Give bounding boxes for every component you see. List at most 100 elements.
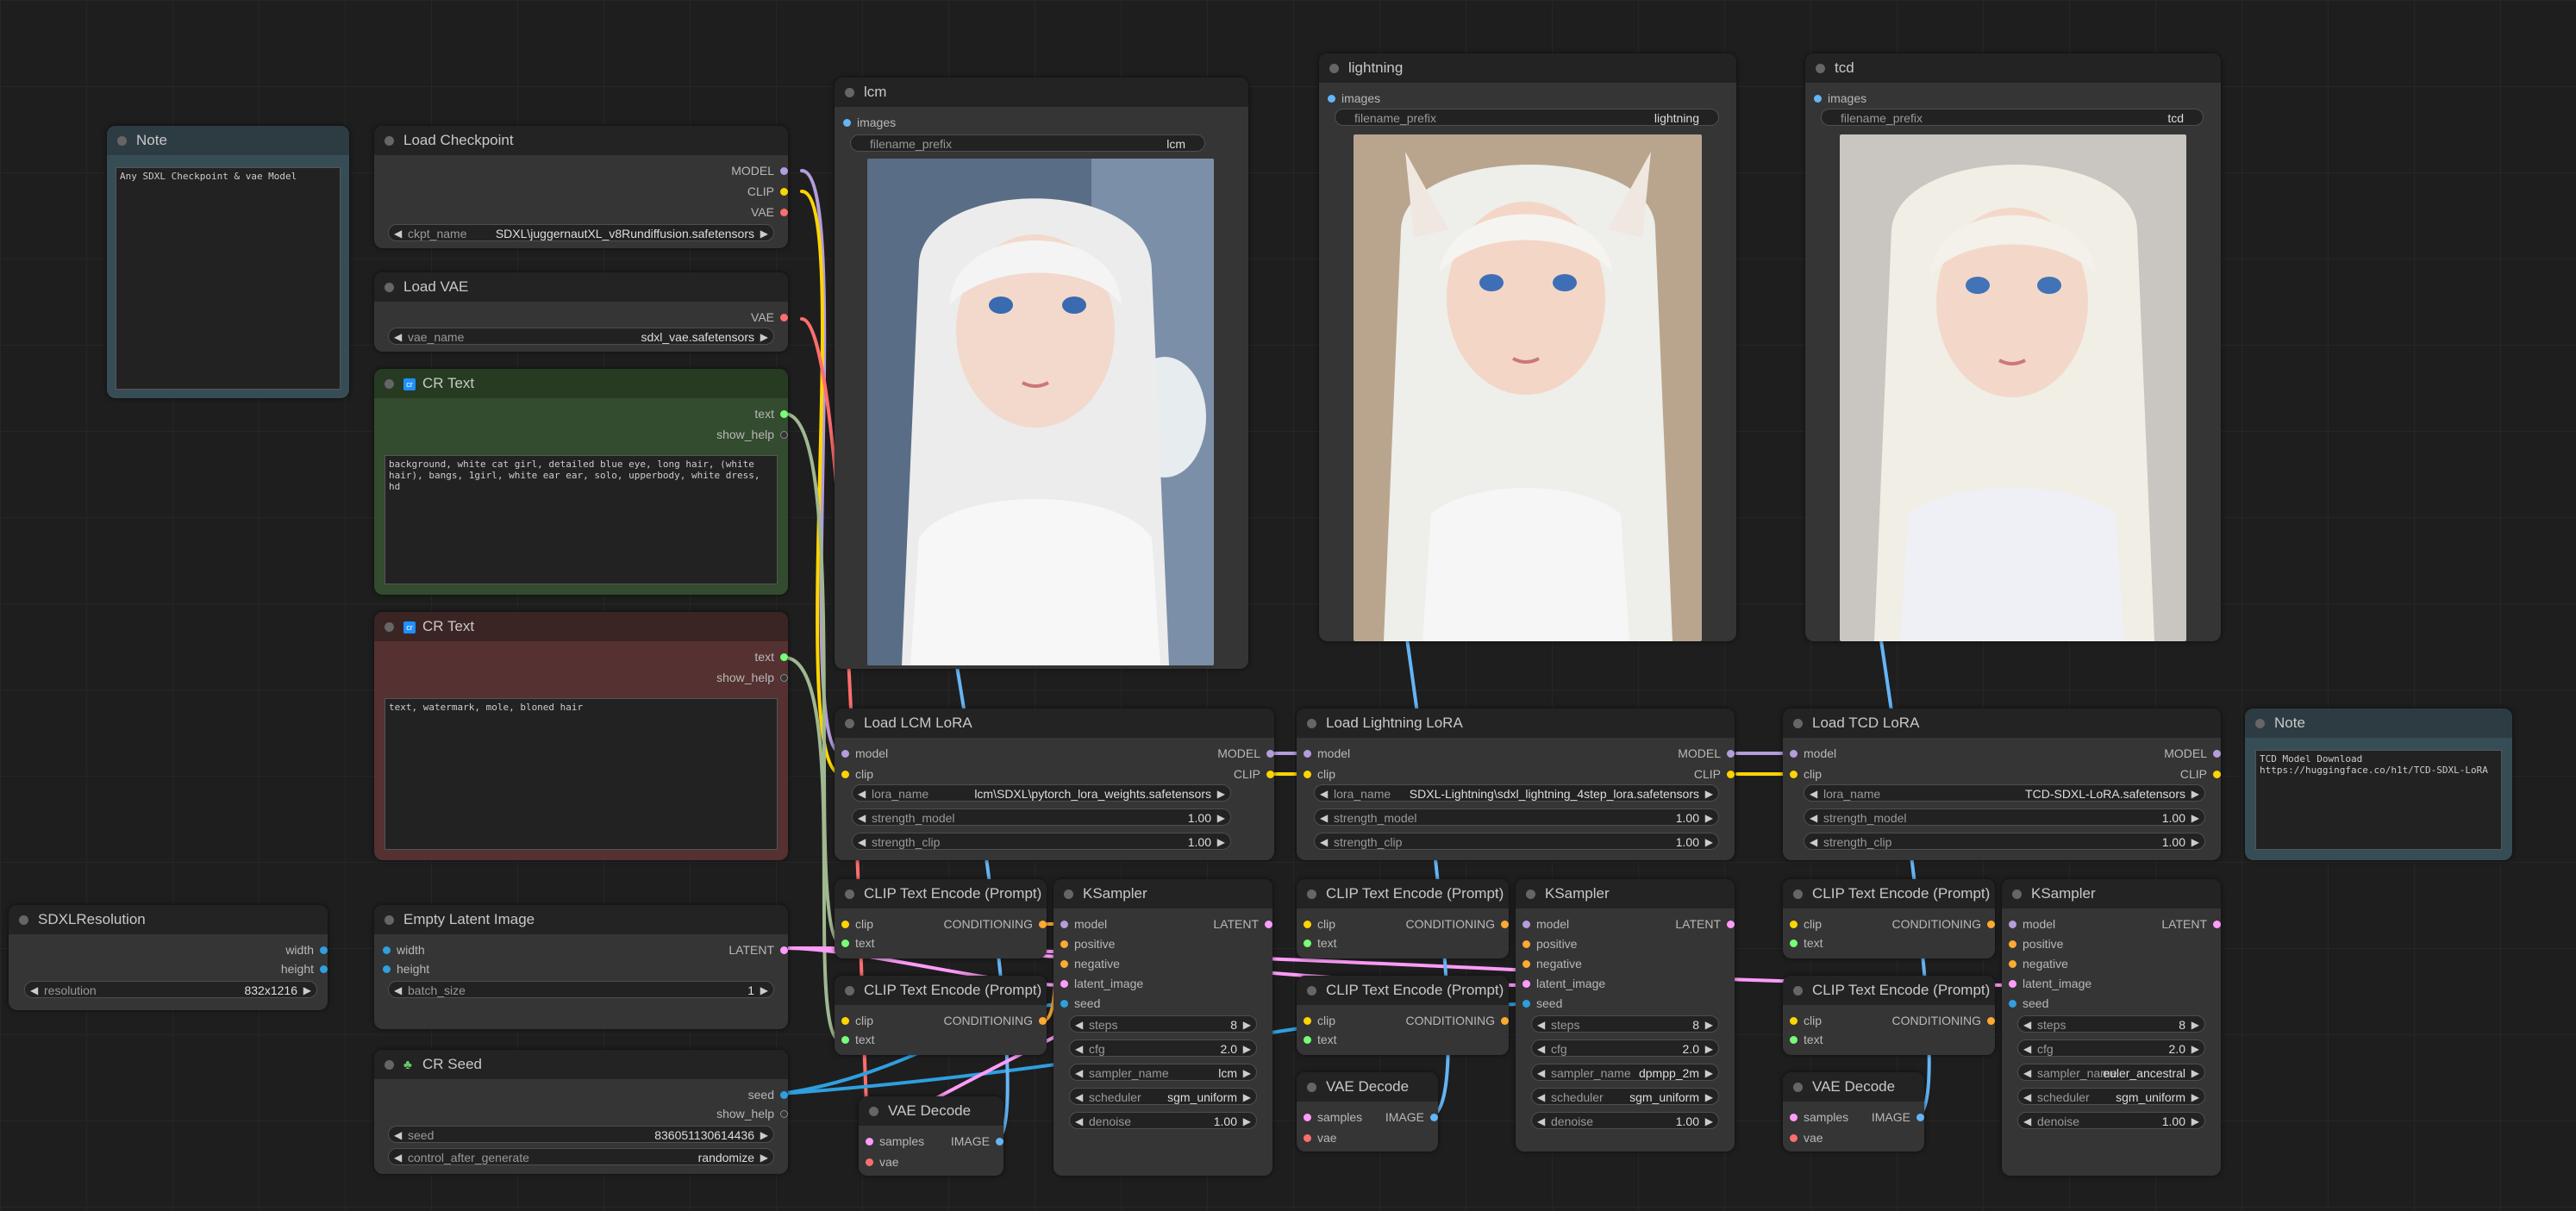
denoise-number[interactable]: ◀ denoise 1.00 ▶ — [1531, 1112, 1719, 1129]
node-header[interactable]: Empty Latent Image — [374, 905, 788, 934]
text-input[interactable]: text — [1304, 1033, 1337, 1046]
clip-input[interactable]: clip — [841, 917, 873, 931]
negative-input[interactable]: negative — [2009, 957, 2068, 971]
model-input[interactable]: model — [841, 746, 888, 760]
steps-number[interactable]: ◀ steps 8 ▶ — [2017, 1015, 2205, 1033]
vae-output[interactable]: VAE — [751, 310, 788, 324]
cfg-number[interactable]: ◀ cfg 2.0 ▶ — [2017, 1039, 2205, 1057]
clip-text-encode-negative-tcd[interactable]: CLIP Text Encode (Prompt) clip text COND… — [1783, 976, 1995, 1055]
ksampler-tcd[interactable]: KSampler model positive negative latent_… — [2002, 879, 2221, 1176]
strength-clip-number[interactable]: ◀ strength_clip 1.00 ▶ — [852, 833, 1231, 850]
conditioning-output[interactable]: CONDITIONING — [1892, 917, 1995, 931]
clip-input[interactable]: clip — [1790, 917, 1822, 931]
save-image-tcd-node[interactable]: tcd images filename_prefix tcd — [1805, 53, 2221, 641]
resolution-combo[interactable]: ◀ resolution 832x1216 ▶ — [24, 981, 317, 998]
seed-number[interactable]: ◀ seed 836051130614436 ▶ — [388, 1126, 774, 1143]
model-output[interactable]: MODEL — [731, 164, 788, 178]
ckpt-name-combo[interactable]: ◀ ckpt_name SDXL\juggernautXL_v8Rundiffusi… — [388, 224, 774, 241]
cfg-number[interactable]: ◀ cfg 2.0 ▶ — [1531, 1039, 1719, 1057]
node-header[interactable]: Load LCM LoRA — [835, 708, 1274, 738]
image-output[interactable]: IMAGE — [1872, 1110, 1924, 1124]
conditioning-output[interactable]: CONDITIONING — [1892, 1014, 1995, 1027]
node-header[interactable]: VAE Decode — [1297, 1072, 1438, 1102]
clip-text-encode-positive-lcm[interactable]: CLIP Text Encode (Prompt) clip text COND… — [835, 879, 1047, 958]
load-checkpoint-node[interactable]: Load Checkpoint MODEL CLIP VAE ◀ ckpt_nam… — [374, 126, 788, 248]
vae-input[interactable]: vae — [866, 1155, 899, 1169]
latent-output[interactable]: LATENT — [1675, 917, 1735, 931]
clip-text-encode-negative-lightning[interactable]: CLIP Text Encode (Prompt) clip text COND… — [1297, 976, 1509, 1055]
node-header[interactable]: KSampler — [1054, 879, 1272, 908]
node-header[interactable]: Note — [2245, 708, 2512, 738]
clip-text-encode-negative-lcm[interactable]: CLIP Text Encode (Prompt) clip text COND… — [835, 976, 1047, 1055]
clip-input[interactable]: clip — [1790, 767, 1822, 781]
latent-image-input[interactable]: latent_image — [1522, 977, 1605, 990]
width-input[interactable]: width — [383, 943, 425, 957]
empty-latent-node[interactable]: Empty Latent Image width height LATENT ◀… — [374, 905, 788, 1029]
sampler-name-combo[interactable]: ◀ sampler_name dpmpp_2m ▶ — [1531, 1064, 1719, 1081]
seed-output[interactable]: seed — [748, 1088, 788, 1102]
seed-input[interactable]: seed — [1522, 996, 1562, 1010]
positive-prompt-textarea[interactable]: background, white cat girl, detailed blu… — [385, 455, 778, 584]
lora-name-combo[interactable]: ◀ lora_name SDXL-Lightning\sdxl_lightning_… — [1314, 784, 1719, 802]
model-input[interactable]: model — [2009, 917, 2055, 931]
clip-text-encode-positive-tcd[interactable]: CLIP Text Encode (Prompt) clip text COND… — [1783, 879, 1995, 958]
load-lightning-lora-node[interactable]: Load Lightning LoRA model clip MODEL CLI… — [1297, 708, 1735, 860]
text-input[interactable]: text — [1790, 1033, 1823, 1046]
vae-decode-lcm[interactable]: VAE Decode samples vae IMAGE — [859, 1096, 1004, 1176]
node-header[interactable]: Load TCD LoRA — [1783, 708, 2221, 738]
load-vae-node[interactable]: Load VAE VAE ◀ vae_name sdxl_vae.safetenso… — [374, 272, 788, 352]
node-header[interactable]: SDXLResolution — [9, 905, 328, 934]
node-header[interactable]: cr CR Text — [374, 612, 788, 641]
conditioning-output[interactable]: CONDITIONING — [944, 1014, 1047, 1027]
model-output[interactable]: MODEL — [1217, 746, 1274, 760]
images-input[interactable]: images — [1328, 91, 1380, 105]
positive-input[interactable]: positive — [1060, 937, 1115, 951]
negative-prompt-textarea[interactable]: text, watermark, mole, bloned hair — [385, 698, 778, 850]
positive-input[interactable]: positive — [1522, 937, 1577, 951]
negative-input[interactable]: negative — [1060, 957, 1120, 971]
width-output[interactable]: width — [285, 943, 328, 957]
node-header[interactable]: lcm — [835, 78, 1248, 107]
batch-size-number[interactable]: ◀ batch_size 1 ▶ — [388, 981, 774, 998]
conditioning-output[interactable]: CONDITIONING — [1406, 917, 1509, 931]
node-header[interactable]: KSampler — [2002, 879, 2221, 908]
conditioning-output[interactable]: CONDITIONING — [1406, 1014, 1509, 1027]
clip-output[interactable]: CLIP — [1234, 767, 1274, 781]
filename-prefix-text[interactable]: filename_prefix lightning — [1335, 109, 1719, 126]
node-header[interactable]: Load Checkpoint — [374, 126, 788, 155]
seed-input[interactable]: seed — [2009, 996, 2048, 1010]
text-input[interactable]: text — [1790, 936, 1823, 950]
note-node[interactable]: Note TCD Model Download https://huggingf… — [2245, 708, 2512, 860]
node-header[interactable]: Note — [107, 126, 349, 155]
strength-model-number[interactable]: ◀ strength_model 1.00 ▶ — [1314, 808, 1719, 826]
latent-output[interactable]: LATENT — [1213, 917, 1272, 931]
conditioning-output[interactable]: CONDITIONING — [944, 917, 1047, 931]
output-image-lcm[interactable] — [867, 159, 1214, 665]
save-image-lightning-node[interactable]: lightning images filename_prefix lightnin… — [1319, 53, 1736, 641]
lora-name-combo[interactable]: ◀ lora_name TCD-SDXL-LoRA.safetensors ▶ — [1804, 784, 2205, 802]
node-header[interactable]: VAE Decode — [1783, 1072, 1924, 1102]
denoise-number[interactable]: ◀ denoise 1.00 ▶ — [1069, 1112, 1257, 1129]
text-input[interactable]: text — [841, 1033, 875, 1046]
show-help-output[interactable]: show_help — [716, 671, 788, 684]
clip-output[interactable]: CLIP — [1694, 767, 1735, 781]
node-header[interactable]: VAE Decode — [859, 1096, 1004, 1126]
model-input[interactable]: model — [1790, 746, 1836, 760]
node-header[interactable]: CLIP Text Encode (Prompt) — [835, 879, 1047, 908]
model-output[interactable]: MODEL — [1678, 746, 1735, 760]
load-lcm-lora-node[interactable]: Load LCM LoRA model clip MODEL CLIP ◀ lor… — [835, 708, 1274, 860]
images-input[interactable]: images — [1814, 91, 1866, 105]
node-header[interactable]: Load Lightning LoRA — [1297, 708, 1735, 738]
clip-input[interactable]: clip — [1304, 917, 1335, 931]
clip-text-encode-positive-lightning[interactable]: CLIP Text Encode (Prompt) clip text COND… — [1297, 879, 1509, 958]
strength-clip-number[interactable]: ◀ strength_clip 1.00 ▶ — [1804, 833, 2205, 850]
note-textarea[interactable]: Any SDXL Checkpoint & vae Model — [116, 167, 341, 390]
node-header[interactable]: tcd — [1805, 53, 2221, 83]
image-output[interactable]: IMAGE — [951, 1134, 1004, 1148]
filename-prefix-text[interactable]: filename_prefix lcm — [850, 134, 1205, 152]
latent-image-input[interactable]: latent_image — [1060, 977, 1143, 990]
height-output[interactable]: height — [281, 962, 328, 976]
image-output[interactable]: IMAGE — [1385, 1110, 1438, 1124]
cfg-number[interactable]: ◀ cfg 2.0 ▶ — [1069, 1039, 1257, 1057]
node-header[interactable]: cr CR Text — [374, 369, 788, 398]
